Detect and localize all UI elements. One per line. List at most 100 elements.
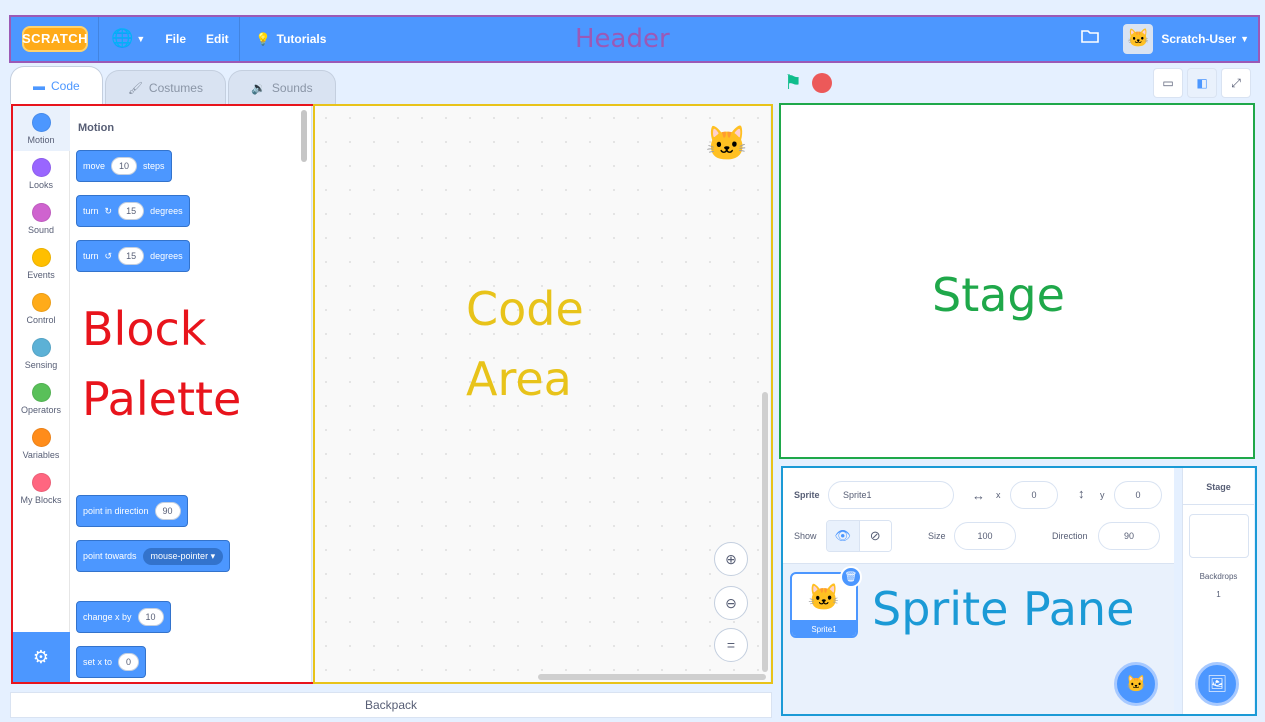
globe-icon: 🌐 — [111, 28, 134, 48]
section-title: Motion — [78, 122, 115, 134]
edit-menu[interactable]: Edit — [206, 32, 229, 46]
x-input[interactable]: 0 — [1010, 481, 1058, 509]
stage-controls: ⚑ — [784, 70, 832, 95]
sprite-label: Sprite — [794, 490, 820, 500]
sprite-pane: Sprite Sprite1 ↔ x 0 ↕ y 0 Show 👁 ⊘ Size… — [782, 468, 1174, 714]
show-sprite-button[interactable]: 👁 — [827, 521, 860, 551]
hide-sprite-button[interactable]: ⊘ — [859, 521, 891, 551]
y-input[interactable]: 0 — [1114, 481, 1162, 509]
zoom-out-button[interactable]: ⊖ — [714, 586, 748, 620]
user-menu[interactable]: Scratch-User ▼ — [1161, 32, 1249, 46]
block-set-x[interactable]: set x to 0 — [76, 646, 147, 678]
category-events[interactable]: Events — [12, 241, 70, 286]
dropdown-value: mouse-pointer — [150, 550, 209, 561]
code-horizontal-scrollbar[interactable] — [538, 674, 766, 680]
stage-selector[interactable]: Stage Backdrops 1 🖼 — [1182, 468, 1254, 714]
category-dot — [31, 427, 51, 447]
choose-backdrop-button[interactable]: 🖼 — [1195, 662, 1239, 706]
category-dot — [31, 472, 51, 492]
block-palette: Motion Looks Sound Events Control Sensin… — [12, 106, 312, 682]
small-stage-icon: ▭ — [1162, 76, 1174, 90]
tab-costumes[interactable]: 🖌 Costumes — [104, 70, 226, 104]
category-dot — [31, 292, 51, 312]
delete-sprite-button[interactable]: 🗑 — [840, 566, 862, 588]
block-text: move — [83, 161, 106, 171]
code-vertical-scrollbar[interactable] — [762, 392, 768, 672]
block-input[interactable]: 10 — [137, 608, 164, 626]
category-dot — [31, 247, 51, 267]
category-my-blocks[interactable]: My Blocks — [12, 466, 70, 511]
fullscreen-button[interactable]: ⤢ — [1221, 68, 1251, 98]
tab-label: Sounds — [271, 80, 313, 95]
size-input[interactable]: 100 — [954, 522, 1016, 550]
scratch-logo[interactable]: SCRATCH — [22, 25, 88, 52]
code-blocks-icon: ▬ — [33, 78, 45, 93]
block-input[interactable]: 15 — [118, 202, 145, 220]
large-stage-button[interactable]: ◧ — [1187, 68, 1217, 98]
avatar[interactable]: 🐱 — [1123, 23, 1154, 54]
image-add-icon: 🖼 — [1206, 676, 1228, 693]
backdrops-count: 1 — [1216, 590, 1221, 599]
stop-icon[interactable] — [811, 72, 832, 93]
category-label: Events — [27, 269, 55, 280]
category-dot — [31, 382, 51, 402]
tab-code[interactable]: ▬ Code — [10, 66, 103, 104]
category-label: Sound — [27, 224, 55, 235]
show-label: Show — [794, 531, 817, 541]
block-change-x[interactable]: change x by 10 — [76, 601, 171, 633]
zoom-in-button[interactable]: ⊕ — [714, 542, 748, 576]
category-menu: Motion Looks Sound Events Control Sensin… — [12, 106, 70, 634]
block-input[interactable]: 15 — [118, 247, 145, 265]
horizontal-arrows-icon: ↔ — [972, 488, 985, 503]
tab-sounds[interactable]: 🔉 Sounds — [227, 70, 336, 104]
editor-tabs: ▬ Code 🖌 Costumes 🔉 Sounds — [10, 66, 338, 104]
divider — [1183, 504, 1254, 505]
folder-icon[interactable] — [1081, 28, 1100, 49]
stage-selector-title: Stage — [1206, 482, 1231, 492]
sprite-name-input[interactable]: Sprite1 — [828, 481, 954, 509]
category-sensing[interactable]: Sensing — [12, 331, 70, 376]
blocks-flyout: Motion move 10 steps turn ↻ 15 degrees t… — [70, 106, 310, 682]
green-flag-icon[interactable]: ⚑ — [784, 70, 802, 95]
palette-scrollbar[interactable] — [301, 110, 307, 162]
trash-icon: 🗑 — [844, 571, 858, 583]
block-point-towards[interactable]: point towards mouse-pointer ▾ — [76, 540, 231, 572]
backdrops-label: Backdrops — [1199, 572, 1238, 581]
category-label: My Blocks — [20, 494, 62, 505]
backpack[interactable]: Backpack — [10, 692, 772, 718]
block-text: point towards — [83, 551, 137, 561]
zoom-reset-button[interactable]: = — [714, 628, 748, 662]
language-menu[interactable]: 🌐 ▼ — [111, 28, 145, 49]
target-dropdown[interactable]: mouse-pointer ▾ — [142, 547, 224, 565]
add-extension-button[interactable]: ⚙ — [12, 632, 70, 682]
tutorials-button[interactable]: 💡 Tutorials — [256, 32, 327, 46]
block-turn-left[interactable]: turn ↺ 15 degrees — [76, 240, 190, 272]
block-input[interactable]: 10 — [111, 157, 138, 175]
block-input[interactable]: 90 — [154, 502, 181, 520]
equals-icon: = — [726, 637, 736, 653]
category-label: Looks — [28, 179, 54, 190]
direction-input[interactable]: 90 — [1098, 522, 1160, 550]
rotate-left-icon: ↺ — [104, 250, 113, 261]
category-label: Motion — [27, 134, 55, 145]
menu-divider — [98, 16, 99, 61]
stage-thumbnail[interactable] — [1189, 514, 1249, 558]
code-area[interactable]: 🐱 ⊕ ⊖ = — [314, 106, 770, 682]
category-motion[interactable]: Motion — [12, 106, 70, 151]
category-variables[interactable]: Variables — [12, 421, 70, 466]
small-stage-button[interactable]: ▭ — [1153, 68, 1183, 98]
category-looks[interactable]: Looks — [12, 151, 70, 196]
category-control[interactable]: Control — [12, 286, 70, 331]
category-sound[interactable]: Sound — [12, 196, 70, 241]
fullscreen-icon: ⤢ — [1231, 75, 1241, 90]
block-input[interactable]: 0 — [118, 653, 140, 671]
block-turn-right[interactable]: turn ↻ 15 degrees — [76, 195, 190, 227]
block-point-in-direction[interactable]: point in direction 90 — [76, 495, 188, 527]
category-label: Variables — [22, 449, 60, 460]
stage-canvas[interactable] — [780, 104, 1254, 458]
file-menu[interactable]: File — [165, 32, 186, 46]
choose-sprite-button[interactable]: 🐱 — [1114, 662, 1158, 706]
zoom-out-icon: ⊖ — [725, 594, 737, 611]
block-move-steps[interactable]: move 10 steps — [76, 150, 172, 182]
category-operators[interactable]: Operators — [12, 376, 70, 421]
